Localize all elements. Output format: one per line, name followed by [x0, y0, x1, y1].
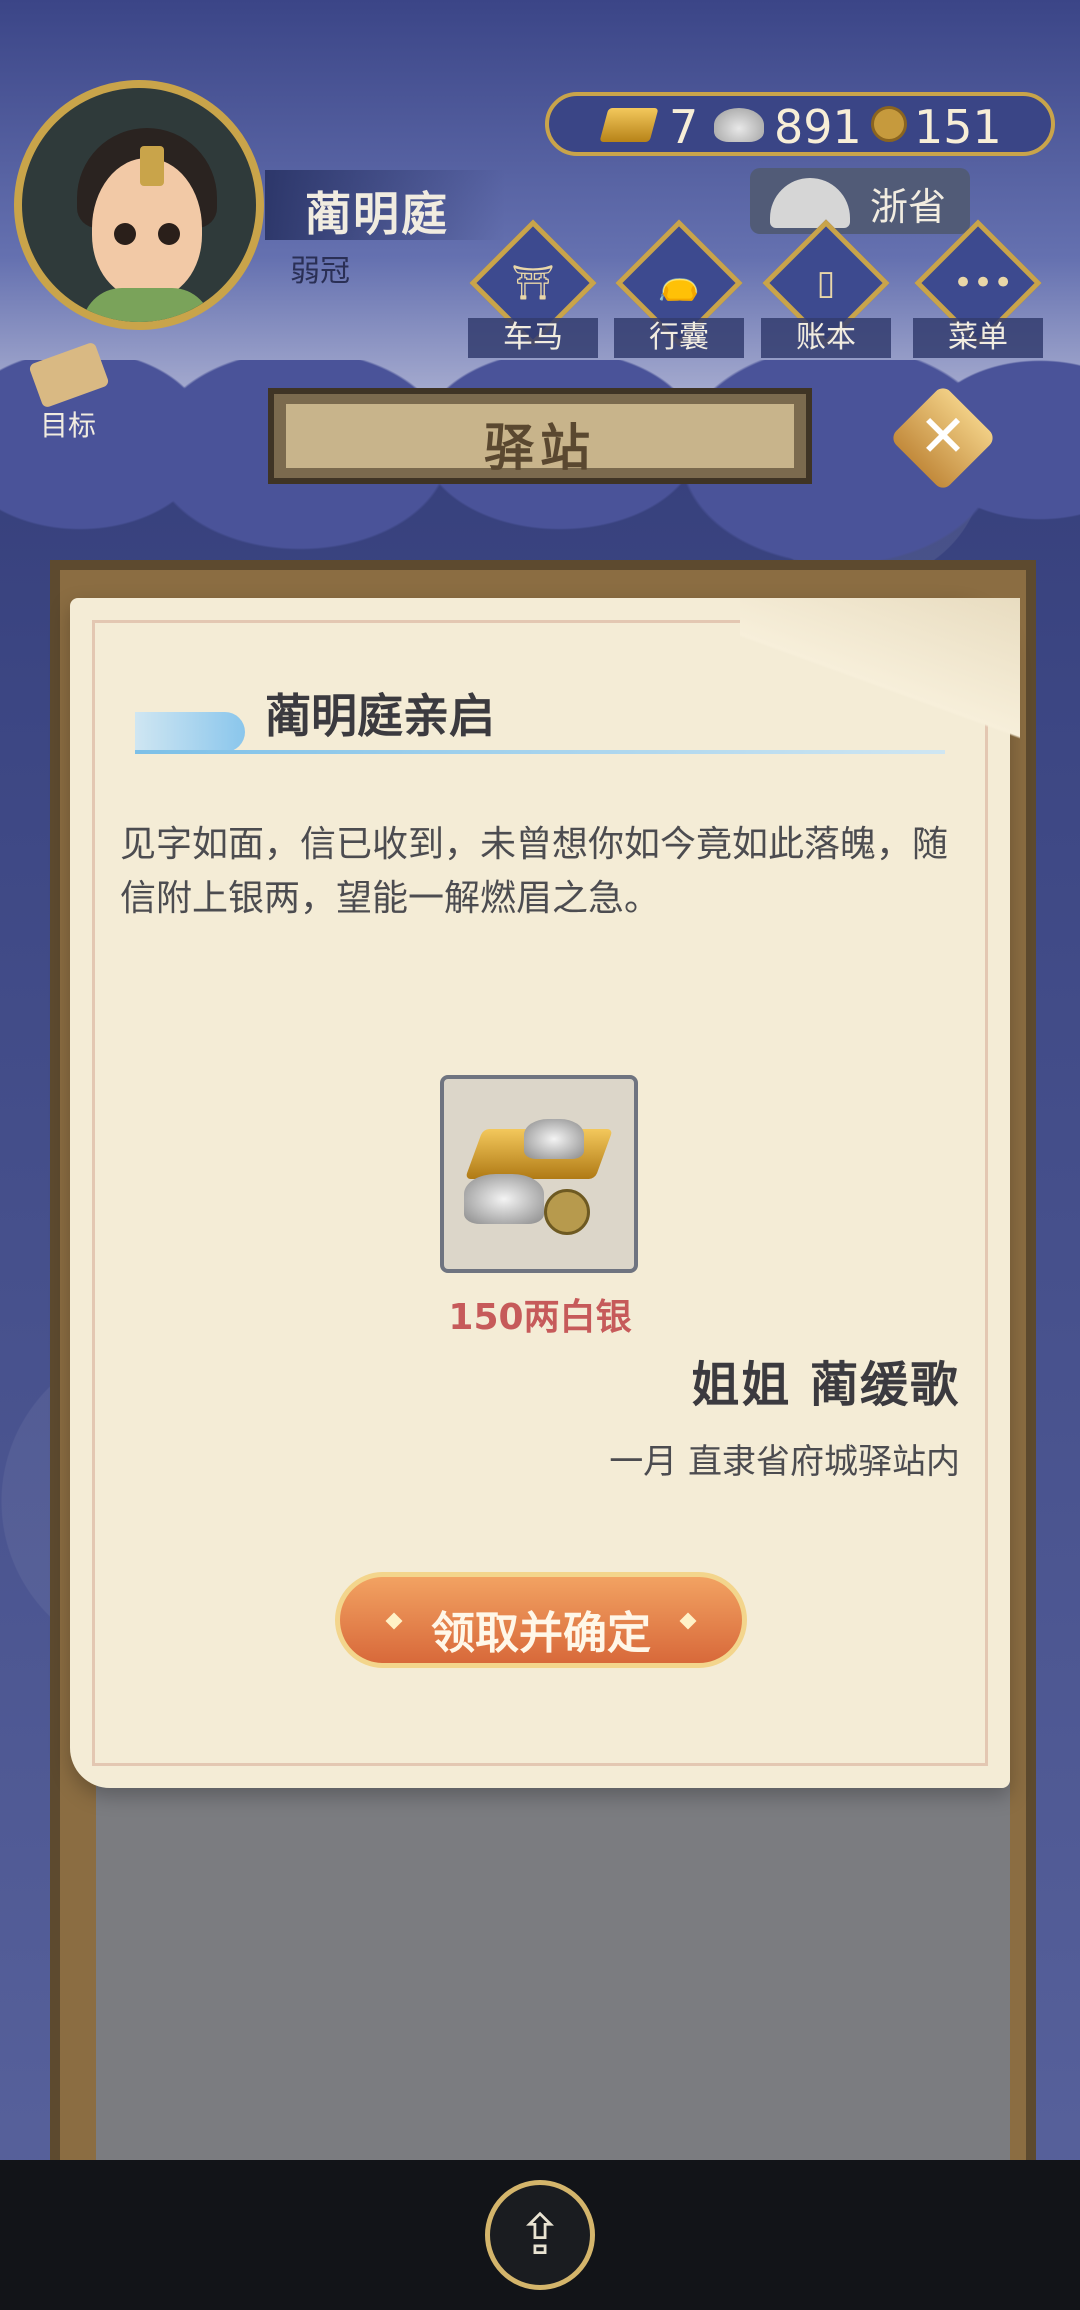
- claim-confirm-label: 领取并确定: [431, 1608, 651, 1659]
- bag-icon: 👝: [657, 263, 701, 303]
- title-plate: 驿站: [268, 388, 812, 484]
- currency-bar: 7 891 151: [545, 92, 1055, 156]
- player-age-title: 弱冠: [290, 254, 350, 289]
- player-name: 蔺明庭: [305, 187, 449, 241]
- coin-icon: [871, 106, 907, 142]
- reward-item[interactable]: [440, 1075, 638, 1273]
- letter-sender: 姐姐 蔺缓歌: [691, 1357, 960, 1413]
- coin-count: 151: [914, 100, 1002, 154]
- scroll-icon: [28, 341, 110, 409]
- letter-heading: 蔺明庭亲启: [265, 689, 495, 743]
- goal-button[interactable]: 目标: [18, 341, 118, 442]
- avatar-eye: [158, 223, 180, 245]
- menu-ledger[interactable]: ▯ 账本: [761, 219, 891, 358]
- share-icon: ⇪: [516, 2203, 564, 2268]
- cloud-swirl-icon: [135, 712, 245, 752]
- more-icon: •••: [953, 263, 1014, 303]
- avatar[interactable]: [14, 80, 264, 330]
- page-title: 驿站: [484, 419, 596, 477]
- avatar-crown: [140, 146, 164, 186]
- claim-confirm-button[interactable]: 领取并确定: [335, 1572, 747, 1668]
- menu-bag[interactable]: 👝 行囊: [614, 219, 744, 358]
- close-icon: ✕: [918, 402, 968, 470]
- gold-bar-icon: [599, 108, 659, 142]
- silver-ingot-icon: [524, 1119, 584, 1159]
- carriage-icon: ⛩: [511, 263, 555, 303]
- province-label: 浙省: [870, 185, 947, 229]
- share-button[interactable]: ⇪: [485, 2180, 595, 2290]
- silver-ingot-icon: [464, 1174, 544, 1224]
- menu-label: 车马: [468, 318, 598, 358]
- silver-count: 891: [774, 100, 862, 154]
- menu-carriage[interactable]: ⛩ 车马: [468, 219, 598, 358]
- reward-label: 150两白银: [448, 1297, 632, 1338]
- coin-icon: [544, 1189, 590, 1235]
- ledger-icon: ▯: [816, 263, 836, 303]
- letter-body: 见字如面，信已收到，未曾想你如今竟如此落魄，随信附上银两，望能一解燃眉之急。: [120, 824, 949, 919]
- avatar-eye: [114, 223, 136, 245]
- menu-label: 菜单: [913, 318, 1043, 358]
- letter-date-location: 一月 直隶省府城驿站内: [609, 1442, 960, 1482]
- menu-label: 行囊: [614, 318, 744, 358]
- silver-ingot-icon: [714, 108, 764, 142]
- gold-count: 7: [669, 100, 699, 154]
- menu-label: 账本: [761, 318, 891, 358]
- heading-divider: [135, 750, 945, 754]
- menu-more[interactable]: ••• 菜单: [913, 219, 1043, 358]
- goal-label: 目标: [39, 409, 96, 442]
- page-curl: [740, 598, 1020, 748]
